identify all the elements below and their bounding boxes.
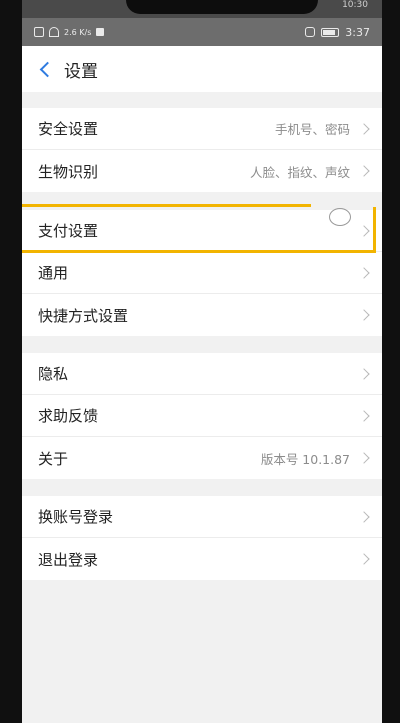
header-bar: 设置 [22, 46, 382, 92]
chevron-right-icon [358, 266, 370, 279]
camera-notch [126, 0, 318, 14]
row-payment-settings[interactable]: 支付设置 [22, 210, 382, 252]
chevron-right-icon [358, 553, 370, 565]
row-label: 生物识别 [38, 162, 99, 181]
settings-group-general: 支付设置 通用 快捷方式设置 [22, 210, 382, 336]
chevron-right-icon [358, 409, 370, 422]
sliver-time: 10:30 [342, 0, 368, 10]
settings-group-session: 换账号登录 退出登录 [22, 496, 382, 580]
settings-group-account: 安全设置 手机号、密码 生物识别 人脸、指纹、声纹 [22, 108, 382, 192]
screen: 10:30 2.6 K/s 97 3:37 设置 [22, 0, 382, 723]
row-label: 快捷方式设置 [38, 306, 129, 325]
row-label: 关于 [38, 449, 69, 468]
row-logout[interactable]: 退出登录 [22, 538, 382, 580]
chevron-right-icon [358, 309, 370, 321]
row-general[interactable]: 通用 [22, 252, 382, 294]
row-about[interactable]: 关于 版本号 10.1.87 [22, 437, 382, 479]
row-label: 支付设置 [38, 222, 99, 240]
chevron-right-icon [358, 510, 370, 523]
row-label: 通用 [38, 264, 69, 282]
chevron-right-icon [358, 122, 370, 135]
row-label: 安全设置 [38, 120, 99, 138]
notification-icon [96, 28, 105, 36]
row-label: 换账号登录 [38, 508, 114, 526]
chevron-right-icon [358, 224, 370, 237]
chevron-left-icon [39, 61, 55, 77]
row-privacy[interactable]: 隐私 [22, 353, 382, 395]
row-value: 版本号 10.1.87 [260, 451, 350, 467]
row-label: 求助反馈 [38, 407, 99, 425]
settings-group-info: 隐私 求助反馈 关于 版本号 10.1.87 [22, 353, 382, 479]
back-button[interactable] [24, 46, 64, 92]
status-time: 3:37 [345, 25, 370, 39]
row-biometrics[interactable]: 生物识别 人脸、指纹、声纹 [22, 150, 382, 192]
status-bar: 2.6 K/s 97 3:37 [22, 18, 382, 46]
sim-icon [34, 27, 44, 37]
chevron-right-icon [358, 165, 370, 177]
row-label: 退出登录 [38, 550, 99, 569]
row-security-settings[interactable]: 安全设置 手机号、密码 [22, 108, 382, 150]
touch-indicator-icon [329, 208, 351, 226]
row-switch-account[interactable]: 换账号登录 [22, 496, 382, 538]
page-title: 设置 [64, 61, 98, 82]
chevron-right-icon [358, 452, 370, 464]
row-help-feedback[interactable]: 求助反馈 [22, 395, 382, 437]
row-shortcut-settings[interactable]: 快捷方式设置 [22, 294, 382, 336]
network-speed: 2.6 K/s [64, 27, 92, 37]
mute-icon [305, 27, 316, 37]
wifi-icon [49, 27, 59, 37]
highlight-top-edge [22, 204, 311, 207]
chevron-right-icon [358, 367, 370, 380]
row-value: 人脸、指纹、声纹 [249, 164, 350, 180]
row-value: 手机号、密码 [274, 122, 350, 137]
phone-frame: 10:30 2.6 K/s 97 3:37 设置 [0, 0, 400, 723]
row-label: 隐私 [38, 365, 69, 383]
battery-icon [321, 27, 340, 37]
